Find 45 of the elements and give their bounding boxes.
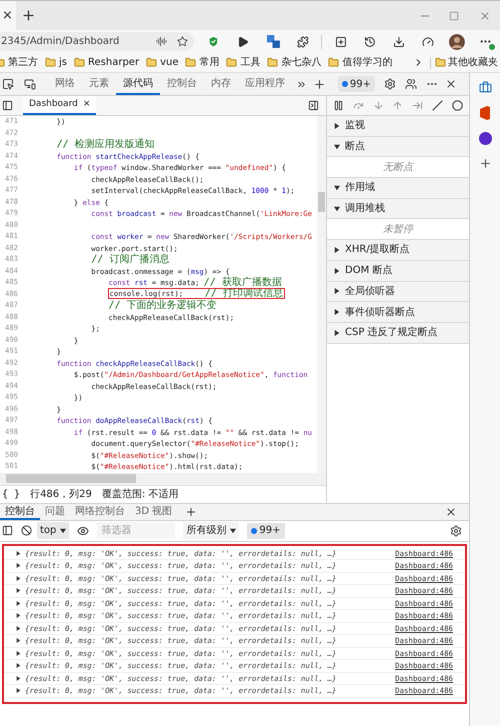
address-field[interactable]: 2345/Admin/Dashboard — [0, 32, 194, 51]
url-text: 2345/Admin/Dashboard — [1, 35, 120, 49]
code-line: // 检测应用发版通知 — [56, 140, 155, 150]
drawer-tab[interactable]: 网络控制台 — [70, 504, 130, 520]
empty-message: 未暂停 — [383, 222, 413, 237]
debugger-section-header[interactable]: 调用堆栈 — [327, 198, 469, 220]
bookmark-folder[interactable]: 常用 — [185, 55, 220, 70]
bookmark-folder[interactable]: Resharper — [74, 55, 140, 70]
debugger-section-header[interactable]: 作用域 — [327, 178, 469, 199]
debugger-section-header[interactable]: 断点 — [327, 136, 469, 158]
tab-close-button[interactable]: × — [2, 6, 13, 26]
debugger-section-header[interactable]: XHR/提取断点 — [327, 240, 469, 261]
drawer-tab[interactable]: 问题 — [40, 504, 70, 520]
debugger-section-header[interactable]: CSP 违反了规定断点 — [327, 322, 469, 344]
levels-dropdown[interactable]: 所有级别 — [183, 522, 240, 539]
context-dropdown[interactable]: top — [37, 522, 70, 539]
issues-badge[interactable]: 99+ — [247, 522, 284, 538]
issues-badge[interactable]: 99+ — [338, 76, 375, 92]
empty-message: 无断点 — [383, 160, 413, 175]
debugger-section-header[interactable]: DOM 断点 — [327, 260, 469, 282]
bookmark-folder[interactable]: 值得学习的 — [328, 55, 392, 70]
bookmark-folder[interactable]: 工具 — [226, 55, 260, 70]
drawer-tab[interactable]: 3D 视图 — [130, 504, 178, 520]
devtools-tab[interactable]: 控制台 — [160, 73, 204, 95]
devtools-tab[interactable]: 元素 — [82, 73, 116, 95]
debugger-section-header[interactable]: 事件侦听器断点 — [327, 302, 469, 323]
cursor-position: 行486，列29 — [30, 488, 92, 502]
bookmark-folder[interactable]: vue — [146, 55, 178, 70]
devtools-tab[interactable]: 网络 — [48, 73, 82, 95]
debugger-section-header[interactable]: 监视 — [327, 116, 469, 137]
coverage-status: 覆盖范围: 不适用 — [102, 488, 178, 502]
file-tab[interactable]: Dashboard × — [23, 96, 96, 115]
drawer-tab[interactable]: 控制台 — [0, 504, 40, 520]
pretty-print-button[interactable]: { } — [2, 486, 20, 502]
code-line: // 订阅广播消息 — [90, 254, 170, 265]
devtools-tab[interactable]: 内存 — [204, 73, 238, 95]
code-line: // 下面的业务逻辑不变 — [108, 300, 217, 311]
debugger-section-header[interactable]: 全局侦听器 — [327, 282, 469, 302]
bookmark-folder[interactable]: 杂七杂八 — [267, 55, 322, 70]
bookmark-folder[interactable]: 其他收藏夹 — [435, 55, 498, 70]
devtools-tab[interactable]: 应用程序 — [238, 73, 292, 95]
browser-tab[interactable]: × — [0, 1, 16, 30]
filter-field[interactable]: 筛选器 — [97, 522, 176, 539]
bookmark-folder[interactable]: 第三方 — [0, 55, 38, 70]
bookmark-folder[interactable]: js — [45, 55, 67, 70]
